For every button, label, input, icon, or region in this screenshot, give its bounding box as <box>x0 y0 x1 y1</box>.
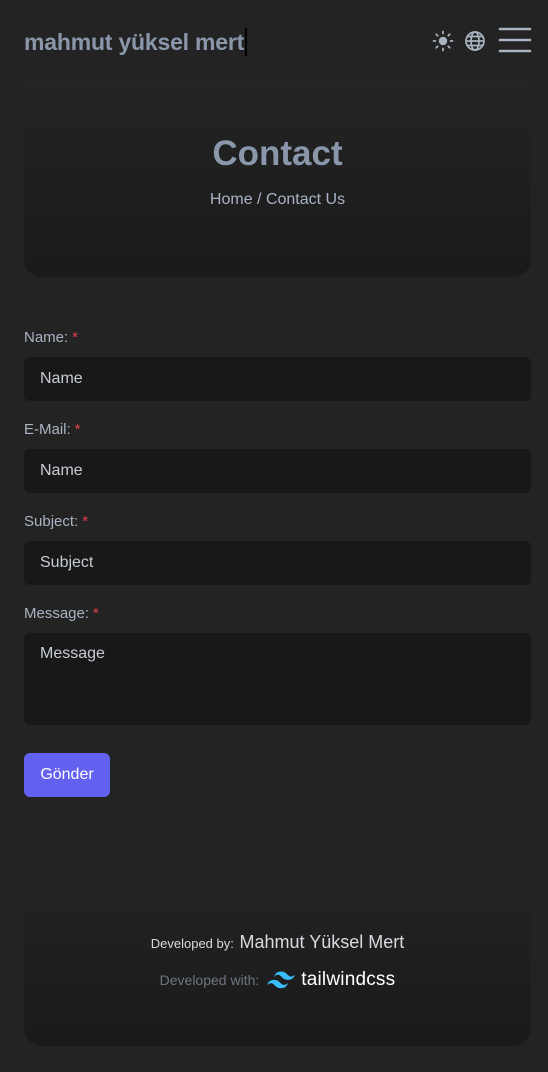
required-mark: * <box>82 513 89 530</box>
breadcrumb: Home / Contact Us <box>209 191 346 208</box>
tailwind-wordmark: tailwindcss <box>301 969 396 990</box>
tailwind-icon <box>267 971 296 989</box>
name-input[interactable] <box>24 357 531 401</box>
message-textarea[interactable] <box>24 633 531 725</box>
subject-label-text: Subject: <box>24 513 79 530</box>
developed-with-label: Developed with: <box>159 972 260 988</box>
contact-page: mahmut yüksel mert Contact Home / Contac… <box>0 0 548 1072</box>
top-nav: mahmut yüksel mert <box>0 0 548 82</box>
page-title: Contact <box>212 134 343 173</box>
name-label: Name: * <box>24 328 531 348</box>
tailwind-logo-link[interactable]: tailwindcss <box>267 969 395 991</box>
developed-by: Developed by: Mahmut Yüksel Mert <box>24 932 531 953</box>
message-label: Message: * <box>24 604 531 624</box>
message-label-text: Message: <box>24 605 90 622</box>
globe-icon[interactable] <box>464 30 486 57</box>
email-label: E-Mail: * <box>24 420 531 440</box>
contact-form: Name:* E-Mail:* Subject:* Message:* <box>24 328 531 725</box>
subject-input[interactable] <box>24 541 531 585</box>
required-mark: * <box>74 421 81 438</box>
name-label-text: Name: <box>24 329 69 346</box>
text-cursor <box>245 28 248 56</box>
developer-name-link[interactable]: Mahmut Yüksel Mert <box>240 932 405 952</box>
developed-by-label: Developed by: <box>150 936 234 951</box>
page-hero: Contact Home / Contact Us <box>24 80 531 277</box>
submit-button[interactable]: Gönder <box>24 753 110 797</box>
email-label-text: E-Mail: <box>24 421 71 438</box>
email-input[interactable] <box>24 449 531 493</box>
subject-label: Subject: * <box>24 512 531 532</box>
brand-logo-link[interactable]: mahmut yüksel mert <box>24 28 248 56</box>
sun-icon[interactable] <box>432 30 454 57</box>
required-mark: * <box>72 329 79 346</box>
brand-text: mahmut yüksel mert <box>24 29 245 55</box>
menu-icon[interactable] <box>498 26 532 59</box>
required-mark: * <box>93 605 99 622</box>
footer: Developed by: Mahmut Yüksel Mert Develop… <box>24 880 531 1046</box>
developed-with: Developed with: tailwindcss <box>24 969 531 991</box>
